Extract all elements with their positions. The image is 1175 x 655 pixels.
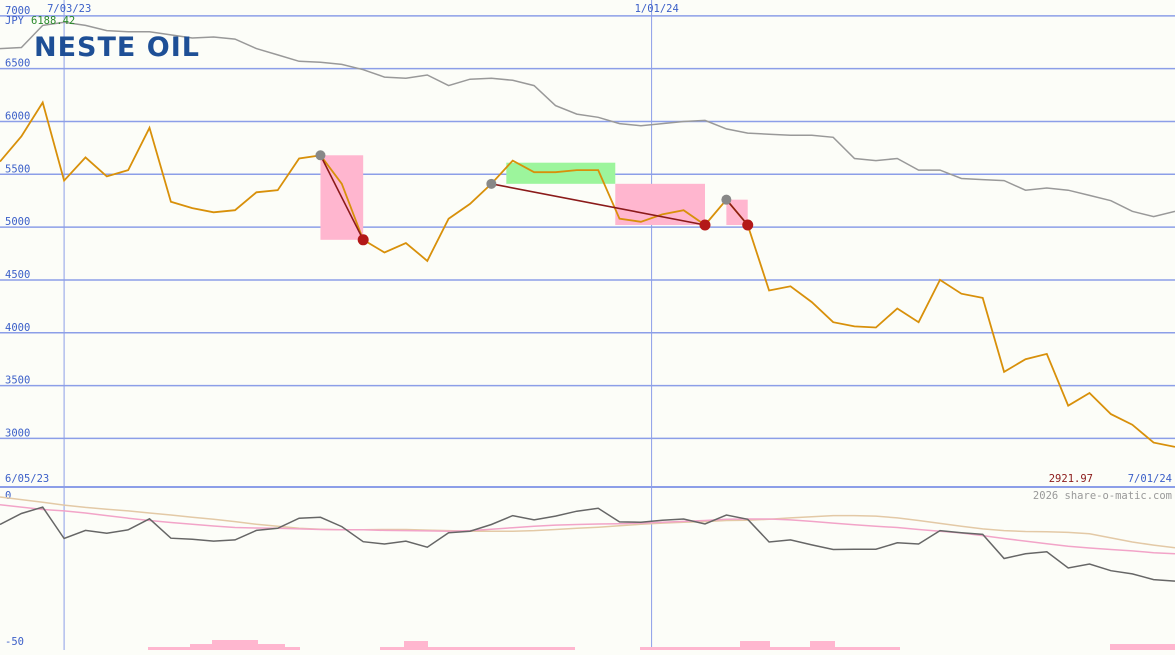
price-series <box>0 21 1175 448</box>
y-tick-label: 6500 <box>5 58 30 70</box>
entry-marker <box>721 194 732 205</box>
fast-average-line <box>0 504 1175 555</box>
y-tick-label: 4500 <box>5 269 30 281</box>
exit-marker <box>357 234 369 246</box>
start-date-label: 6/05/23 <box>5 473 49 485</box>
chart-canvas: 300035004000450050005500600065007000 NES… <box>0 0 1175 650</box>
volume-bar <box>1110 644 1175 650</box>
y-tick-label: 4000 <box>5 322 30 334</box>
osc-tick-label: 0 <box>5 490 11 502</box>
volume-bar <box>404 641 428 650</box>
last-value-label: 2921.97 <box>1049 473 1093 485</box>
price-line <box>0 100 1175 448</box>
neste-oil-logo: NESTE OIL <box>34 32 200 63</box>
y-tick-label: 6000 <box>5 110 30 122</box>
stock-chart: 3000 3500 4000 4500 5000 5500 6000 6500 7000 NES… <box>0 0 1175 650</box>
y-tick-label: 5500 <box>5 163 30 175</box>
oscillator-panel: 0 -50 <box>0 490 1175 650</box>
exit-marker <box>699 219 711 231</box>
date-label-top: 7/03/23 <box>47 3 91 15</box>
volume-bar <box>810 641 835 650</box>
loss-area <box>615 183 705 226</box>
date-label-top: 1/01/24 <box>635 3 679 15</box>
volume-bar <box>212 640 258 650</box>
y-tick-label: 5000 <box>5 216 30 228</box>
end-date-label: 7/01/24 <box>1128 473 1172 485</box>
entry-marker <box>315 150 326 161</box>
entry-marker <box>486 178 497 189</box>
oscillator-line <box>0 506 1175 582</box>
y-tick-label: 3500 <box>5 375 30 387</box>
y-tick-label: 3000 <box>5 427 30 439</box>
volume-bar <box>740 641 770 650</box>
current-value: 6188.42 <box>31 15 75 27</box>
osc-tick-label: -50 <box>5 636 24 648</box>
exit-marker <box>742 219 754 231</box>
currency-label: JPY <box>5 15 25 27</box>
copyright-label: 2026 share-o-matic.com <box>1033 490 1172 502</box>
